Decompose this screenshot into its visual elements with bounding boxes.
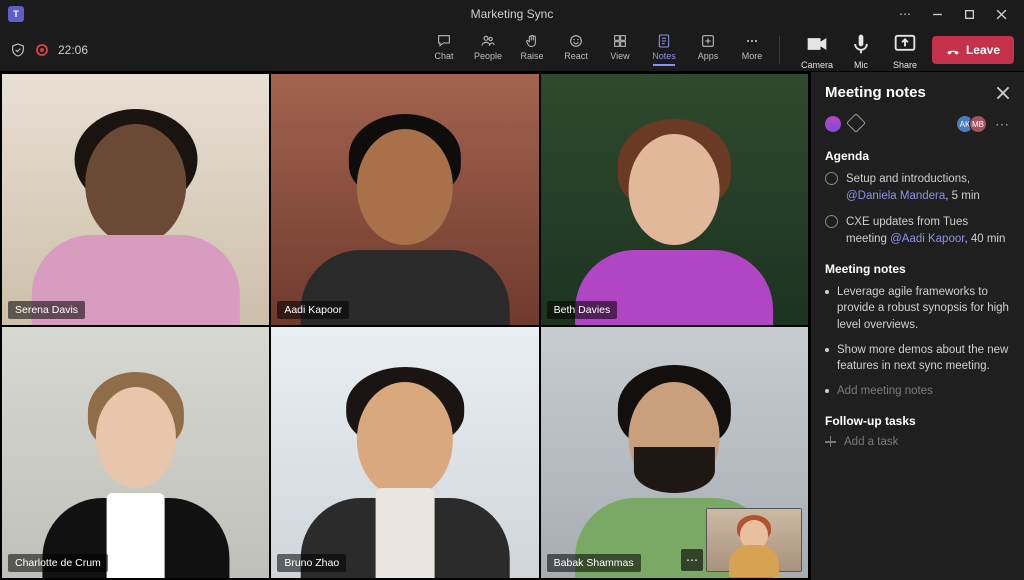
people-icon	[480, 33, 496, 49]
toolbar-view-button[interactable]: View	[599, 30, 641, 70]
radio-icon[interactable]	[825, 215, 838, 228]
title-bar: T Marketing Sync ⋯	[0, 0, 1024, 28]
view-icon	[612, 33, 628, 49]
mention[interactable]: @Daniela Mandera	[846, 190, 945, 202]
pip-more-button[interactable]: ⋯	[681, 549, 703, 571]
participant-tile[interactable]: Serena Davis	[2, 74, 269, 325]
minimize-button[interactable]	[922, 2, 952, 26]
app-icon: T	[8, 6, 24, 22]
agenda-heading: Agenda	[825, 149, 1010, 163]
self-view-pip[interactable]: ⋯	[706, 508, 802, 572]
radio-icon[interactable]	[825, 172, 838, 185]
camera-icon	[803, 30, 831, 58]
add-note-placeholder[interactable]: Add meeting notes	[825, 383, 1010, 400]
notes-heading: Meeting notes	[825, 262, 1010, 276]
video-grid: Serena Davis Aadi Kapoor Beth Davies Cha…	[0, 72, 810, 580]
share-button[interactable]: Share	[884, 30, 926, 70]
meeting-timer: 22:06	[58, 43, 88, 57]
window-more-icon[interactable]: ⋯	[890, 2, 920, 26]
raise-icon	[524, 33, 540, 49]
participant-tile[interactable]: Bruno Zhao	[271, 327, 538, 578]
hangup-icon	[946, 43, 960, 57]
leave-label: Leave	[966, 43, 1000, 57]
chat-icon	[436, 33, 452, 49]
toolbar-notes-button[interactable]: Notes	[643, 30, 685, 70]
recording-indicator-icon	[36, 44, 48, 56]
panel-more-button[interactable]: ⋯	[987, 116, 1010, 133]
notes-icon	[656, 33, 672, 49]
toolbar-raise-button[interactable]: Raise	[511, 30, 553, 70]
participant-tile[interactable]: Beth Davies	[541, 74, 808, 325]
camera-button[interactable]: Camera	[796, 30, 838, 70]
close-panel-button[interactable]	[996, 86, 1010, 100]
loop-icon[interactable]	[825, 116, 841, 132]
panel-title: Meeting notes	[825, 84, 926, 101]
participant-name: Charlotte de Crum	[8, 554, 108, 572]
note-item[interactable]: Show more demos about the new features i…	[825, 342, 1010, 375]
participant-name: Babak Shammas	[547, 554, 641, 572]
add-task-button[interactable]: Add a task	[825, 436, 1010, 448]
participant-name: Aadi Kapoor	[277, 301, 349, 319]
agenda-item[interactable]: Setup and introductions, @Daniela Mander…	[825, 171, 1010, 204]
mic-button[interactable]: Mic	[840, 30, 882, 70]
maximize-button[interactable]	[954, 2, 984, 26]
avatar: MB	[969, 115, 987, 133]
toolbar-chat-button[interactable]: Chat	[423, 30, 465, 70]
participant-tile[interactable]: Charlotte de Crum	[2, 327, 269, 578]
tasks-heading: Follow-up tasks	[825, 414, 1010, 428]
mention[interactable]: @Aadi Kapoor	[890, 233, 964, 245]
attendee-avatars[interactable]: AK MB	[956, 115, 987, 133]
toolbar-react-button[interactable]: React	[555, 30, 597, 70]
share-icon	[891, 30, 919, 58]
more-icon	[744, 33, 760, 49]
toolbar-apps-button[interactable]: Apps	[687, 30, 729, 70]
toolbar-people-button[interactable]: People	[467, 30, 509, 70]
note-item[interactable]: Leverage agile frameworks to provide a r…	[825, 284, 1010, 334]
participant-tile[interactable]: Babak Shammas ⋯	[541, 327, 808, 578]
agenda-item[interactable]: CXE updates from Tues meeting @Aadi Kapo…	[825, 214, 1010, 247]
participant-name: Serena Davis	[8, 301, 85, 319]
plus-icon	[825, 436, 836, 447]
mic-icon	[847, 30, 875, 58]
participant-tile[interactable]: Aadi Kapoor	[271, 74, 538, 325]
participant-name: Bruno Zhao	[277, 554, 346, 572]
participant-name: Beth Davies	[547, 301, 618, 319]
close-button[interactable]	[986, 2, 1016, 26]
window-title: Marketing Sync	[0, 7, 1024, 21]
privacy-shield-icon[interactable]	[10, 42, 26, 58]
toolbar-more-button[interactable]: More	[731, 30, 773, 70]
apps-icon	[700, 33, 716, 49]
toolbar-divider	[779, 36, 780, 64]
meeting-notes-panel: Meeting notes AK MB ⋯ Agenda Setup and i…	[810, 72, 1024, 580]
tag-icon[interactable]	[846, 113, 866, 133]
react-icon	[568, 33, 584, 49]
leave-button[interactable]: Leave	[932, 36, 1014, 64]
meeting-toolbar: 22:06 ChatPeopleRaiseReactViewNotesAppsM…	[0, 28, 1024, 72]
